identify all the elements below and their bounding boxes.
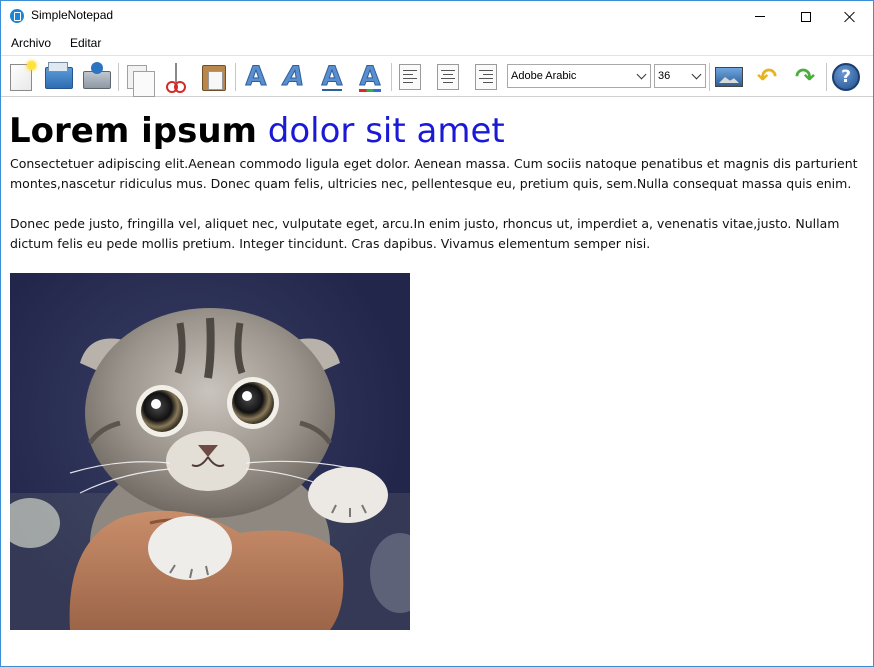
align-center-button[interactable] (432, 61, 464, 93)
window-title: SimpleNotepad (31, 8, 114, 22)
cut-button[interactable] (160, 61, 192, 93)
paragraph: Consectetuer adipiscing elit.Aenean comm… (10, 156, 858, 191)
redo-button[interactable]: ↷ (789, 61, 821, 93)
menu-bar: Archivo Editar (1, 32, 873, 54)
kitten-photo (10, 273, 410, 630)
editor-area[interactable]: Lorem ipsum dolor sit amet Consectetuer … (1, 97, 873, 666)
copy-button[interactable] (122, 61, 155, 97)
italic-button[interactable]: A (277, 61, 309, 93)
italic-icon: A (283, 61, 305, 93)
app-window: SimpleNotepad Archivo Editar A A A A Ado… (0, 0, 874, 667)
minimize-icon (755, 16, 765, 17)
open-folder-icon (45, 62, 73, 89)
redo-icon: ↷ (794, 63, 816, 91)
underline-icon: A (318, 61, 346, 93)
copy-icon (127, 65, 155, 97)
bold-icon: A (245, 61, 267, 93)
undo-icon: ↶ (756, 63, 778, 91)
maximize-button[interactable] (783, 1, 829, 32)
toolbar-separator (118, 63, 119, 91)
close-icon (844, 11, 856, 23)
toolbar-separator (235, 63, 236, 91)
font-family-value: Adobe Arabic (511, 70, 577, 82)
align-right-icon (475, 64, 497, 90)
bold-button[interactable]: A (239, 61, 271, 93)
paste-icon (202, 65, 226, 91)
toolbar-separator (391, 63, 392, 91)
menu-editar[interactable]: Editar (70, 36, 101, 50)
help-button[interactable]: ? (830, 61, 862, 93)
menu-archivo[interactable]: Archivo (11, 36, 51, 50)
toolbar-separator (709, 63, 710, 91)
undo-button[interactable]: ↶ (751, 61, 783, 93)
paragraph: Donec pede justo, fringilla vel, aliquet… (10, 216, 840, 251)
close-button[interactable] (827, 1, 873, 32)
maximize-icon (801, 11, 811, 22)
cut-icon (166, 63, 186, 93)
toolbar-separator (826, 63, 827, 91)
open-button[interactable] (43, 61, 75, 93)
heading-colored-text: dolor sit amet (267, 111, 505, 151)
document-heading: Lorem ipsum dolor sit amet (9, 111, 505, 151)
app-logo-icon (10, 9, 24, 23)
align-center-icon (437, 64, 459, 90)
save-icon (83, 62, 111, 89)
new-document-button[interactable] (6, 61, 38, 93)
kitten-illustration (10, 308, 410, 630)
underline-button[interactable]: A (315, 61, 347, 93)
insert-image-button[interactable] (713, 61, 745, 93)
align-left-button[interactable] (394, 61, 426, 93)
insert-image-icon (715, 67, 743, 87)
align-left-icon (399, 64, 421, 90)
chevron-down-icon (691, 69, 702, 80)
title-bar: SimpleNotepad (1, 1, 873, 32)
toolbar: A A A A Adobe Arabic 36 ↶ ↷ ? (1, 55, 873, 97)
font-size-select[interactable]: 36 (654, 64, 706, 88)
minimize-button[interactable] (737, 1, 783, 32)
save-button[interactable] (81, 61, 113, 93)
new-document-icon (10, 61, 36, 91)
font-size-value: 36 (658, 70, 671, 82)
paste-button[interactable] (198, 61, 230, 93)
font-family-select[interactable]: Adobe Arabic (507, 64, 651, 88)
font-color-icon: A (356, 61, 384, 93)
help-icon: ? (832, 63, 860, 91)
heading-bold-text: Lorem ipsum (9, 111, 257, 151)
align-right-button[interactable] (470, 61, 502, 93)
font-color-button[interactable]: A (353, 61, 385, 93)
chevron-down-icon (636, 69, 647, 80)
